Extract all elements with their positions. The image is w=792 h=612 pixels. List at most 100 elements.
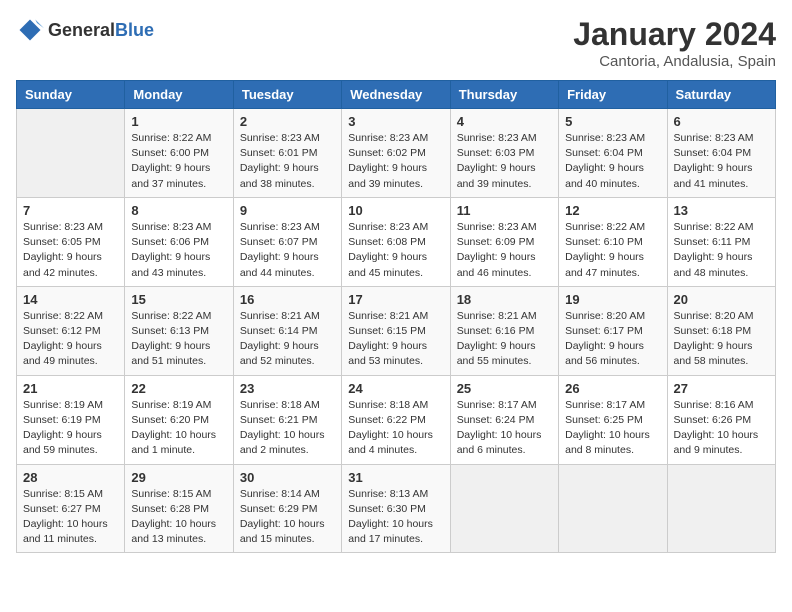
day-cell: 5 Sunrise: 8:23 AM Sunset: 6:04 PM Daylig… <box>559 109 667 198</box>
day-cell: 15 Sunrise: 8:22 AM Sunset: 6:13 PM Dayli… <box>125 286 233 375</box>
day-number: 26 <box>565 381 660 396</box>
page-header: GeneralBlue January 2024 Cantoria, Andal… <box>16 16 776 70</box>
day-number: 12 <box>565 203 660 218</box>
week-row-5: 28Sunrise: 8:15 AM Sunset: 6:27 PM Dayli… <box>17 464 776 553</box>
day-cell: 8 Sunrise: 8:23 AM Sunset: 6:06 PM Daylig… <box>125 197 233 286</box>
day-info: Sunrise: 8:19 AM Sunset: 6:20 PM Dayligh… <box>131 398 226 459</box>
weekday-header-tuesday: Tuesday <box>233 81 341 109</box>
day-info: Sunrise: 8:19 AM Sunset: 6:19 PM Dayligh… <box>23 398 118 459</box>
day-number: 28 <box>23 470 118 485</box>
day-info: Sunrise: 8:23 AM Sunset: 6:08 PM Dayligh… <box>348 220 443 281</box>
day-info: Sunrise: 8:18 AM Sunset: 6:21 PM Dayligh… <box>240 398 335 459</box>
day-number: 10 <box>348 203 443 218</box>
day-number: 5 <box>565 114 660 129</box>
day-cell: 12 Sunrise: 8:22 AM Sunset: 6:10 PM Dayli… <box>559 197 667 286</box>
day-number: 3 <box>348 114 443 129</box>
day-cell: 19 Sunrise: 8:20 AM Sunset: 6:17 PM Dayli… <box>559 286 667 375</box>
day-info: Sunrise: 8:23 AM Sunset: 6:04 PM Dayligh… <box>565 131 660 192</box>
day-number: 30 <box>240 470 335 485</box>
weekday-header-monday: Monday <box>125 81 233 109</box>
day-cell: 2 Sunrise: 8:23 AM Sunset: 6:01 PM Daylig… <box>233 109 341 198</box>
title-block: January 2024 Cantoria, Andalusia, Spain <box>573 16 776 70</box>
day-info: Sunrise: 8:21 AM Sunset: 6:14 PM Dayligh… <box>240 309 335 370</box>
day-cell: 29Sunrise: 8:15 AM Sunset: 6:28 PM Dayli… <box>125 464 233 553</box>
day-info: Sunrise: 8:22 AM Sunset: 6:12 PM Dayligh… <box>23 309 118 370</box>
day-info: Sunrise: 8:23 AM Sunset: 6:02 PM Dayligh… <box>348 131 443 192</box>
day-number: 24 <box>348 381 443 396</box>
day-info: Sunrise: 8:22 AM Sunset: 6:11 PM Dayligh… <box>674 220 769 281</box>
day-info: Sunrise: 8:23 AM Sunset: 6:04 PM Dayligh… <box>674 131 769 192</box>
day-cell: 6 Sunrise: 8:23 AM Sunset: 6:04 PM Daylig… <box>667 109 775 198</box>
day-cell: 25 Sunrise: 8:17 AM Sunset: 6:24 PM Dayli… <box>450 375 558 464</box>
day-number: 13 <box>674 203 769 218</box>
day-cell: 23 Sunrise: 8:18 AM Sunset: 6:21 PM Dayli… <box>233 375 341 464</box>
day-number: 17 <box>348 292 443 307</box>
day-cell: 27 Sunrise: 8:16 AM Sunset: 6:26 PM Dayli… <box>667 375 775 464</box>
day-info: Sunrise: 8:23 AM Sunset: 6:01 PM Dayligh… <box>240 131 335 192</box>
weekday-header-friday: Friday <box>559 81 667 109</box>
day-info: Sunrise: 8:22 AM Sunset: 6:13 PM Dayligh… <box>131 309 226 370</box>
weekday-header-saturday: Saturday <box>667 81 775 109</box>
month-title: January 2024 <box>573 16 776 53</box>
week-row-3: 14Sunrise: 8:22 AM Sunset: 6:12 PM Dayli… <box>17 286 776 375</box>
day-cell: 30Sunrise: 8:14 AM Sunset: 6:29 PM Dayli… <box>233 464 341 553</box>
day-info: Sunrise: 8:22 AM Sunset: 6:00 PM Dayligh… <box>131 131 226 192</box>
day-info: Sunrise: 8:23 AM Sunset: 6:05 PM Dayligh… <box>23 220 118 281</box>
day-number: 7 <box>23 203 118 218</box>
day-cell <box>667 464 775 553</box>
day-cell: 7 Sunrise: 8:23 AM Sunset: 6:05 PM Daylig… <box>17 197 125 286</box>
day-number: 8 <box>131 203 226 218</box>
day-cell: 13 Sunrise: 8:22 AM Sunset: 6:11 PM Dayli… <box>667 197 775 286</box>
day-cell <box>17 109 125 198</box>
day-number: 27 <box>674 381 769 396</box>
calendar-table: SundayMondayTuesdayWednesdayThursdayFrid… <box>16 80 776 553</box>
day-cell: 17 Sunrise: 8:21 AM Sunset: 6:15 PM Dayli… <box>342 286 450 375</box>
day-number: 9 <box>240 203 335 218</box>
logo-general: General <box>48 20 115 40</box>
day-cell <box>559 464 667 553</box>
day-number: 2 <box>240 114 335 129</box>
day-info: Sunrise: 8:20 AM Sunset: 6:18 PM Dayligh… <box>674 309 769 370</box>
week-row-4: 21Sunrise: 8:19 AM Sunset: 6:19 PM Dayli… <box>17 375 776 464</box>
day-info: Sunrise: 8:22 AM Sunset: 6:10 PM Dayligh… <box>565 220 660 281</box>
day-cell: 26Sunrise: 8:17 AM Sunset: 6:25 PM Dayli… <box>559 375 667 464</box>
weekday-header-sunday: Sunday <box>17 81 125 109</box>
weekday-header-thursday: Thursday <box>450 81 558 109</box>
day-info: Sunrise: 8:21 AM Sunset: 6:15 PM Dayligh… <box>348 309 443 370</box>
day-cell: 11Sunrise: 8:23 AM Sunset: 6:09 PM Dayli… <box>450 197 558 286</box>
day-info: Sunrise: 8:20 AM Sunset: 6:17 PM Dayligh… <box>565 309 660 370</box>
day-cell: 18Sunrise: 8:21 AM Sunset: 6:16 PM Dayli… <box>450 286 558 375</box>
day-number: 23 <box>240 381 335 396</box>
day-info: Sunrise: 8:16 AM Sunset: 6:26 PM Dayligh… <box>674 398 769 459</box>
logo: GeneralBlue <box>16 16 154 44</box>
day-cell: 24Sunrise: 8:18 AM Sunset: 6:22 PM Dayli… <box>342 375 450 464</box>
day-number: 16 <box>240 292 335 307</box>
day-number: 29 <box>131 470 226 485</box>
day-number: 18 <box>457 292 552 307</box>
day-number: 6 <box>674 114 769 129</box>
day-cell <box>450 464 558 553</box>
weekday-header-wednesday: Wednesday <box>342 81 450 109</box>
day-cell: 16 Sunrise: 8:21 AM Sunset: 6:14 PM Dayli… <box>233 286 341 375</box>
day-cell: 21Sunrise: 8:19 AM Sunset: 6:19 PM Dayli… <box>17 375 125 464</box>
day-number: 25 <box>457 381 552 396</box>
day-number: 4 <box>457 114 552 129</box>
day-cell: 3 Sunrise: 8:23 AM Sunset: 6:02 PM Daylig… <box>342 109 450 198</box>
logo-text: GeneralBlue <box>48 20 154 41</box>
day-info: Sunrise: 8:23 AM Sunset: 6:03 PM Dayligh… <box>457 131 552 192</box>
day-number: 20 <box>674 292 769 307</box>
day-number: 15 <box>131 292 226 307</box>
day-cell: 1 Sunrise: 8:22 AM Sunset: 6:00 PM Daylig… <box>125 109 233 198</box>
day-cell: 10 Sunrise: 8:23 AM Sunset: 6:08 PM Dayli… <box>342 197 450 286</box>
day-cell: 14Sunrise: 8:22 AM Sunset: 6:12 PM Dayli… <box>17 286 125 375</box>
day-info: Sunrise: 8:17 AM Sunset: 6:24 PM Dayligh… <box>457 398 552 459</box>
week-row-1: 1 Sunrise: 8:22 AM Sunset: 6:00 PM Daylig… <box>17 109 776 198</box>
day-info: Sunrise: 8:23 AM Sunset: 6:06 PM Dayligh… <box>131 220 226 281</box>
day-number: 1 <box>131 114 226 129</box>
day-number: 22 <box>131 381 226 396</box>
day-cell: 9Sunrise: 8:23 AM Sunset: 6:07 PM Daylig… <box>233 197 341 286</box>
day-cell: 22 Sunrise: 8:19 AM Sunset: 6:20 PM Dayli… <box>125 375 233 464</box>
day-number: 19 <box>565 292 660 307</box>
day-cell: 31Sunrise: 8:13 AM Sunset: 6:30 PM Dayli… <box>342 464 450 553</box>
day-number: 31 <box>348 470 443 485</box>
